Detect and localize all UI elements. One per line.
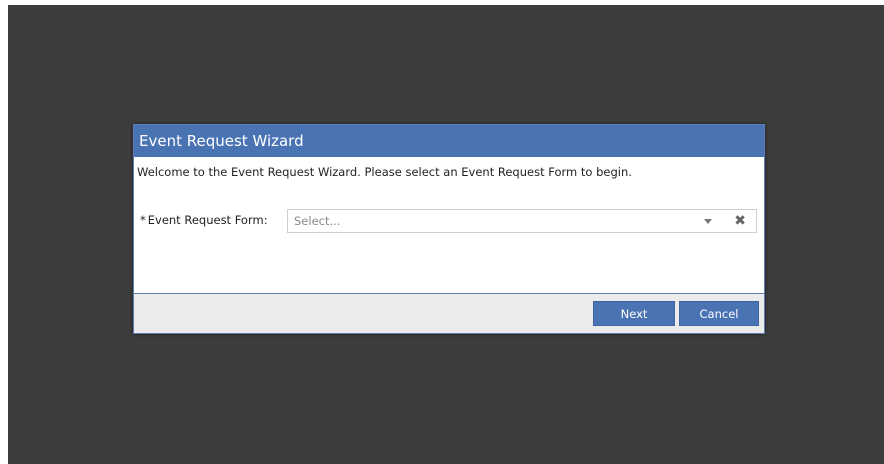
required-mark: * [140, 213, 146, 227]
next-button[interactable]: Next [593, 301, 675, 326]
dialog-body: Welcome to the Event Request Wizard. Ple… [134, 157, 764, 293]
dialog-title: Event Request Wizard [134, 125, 764, 157]
select-placeholder: Select... [294, 214, 341, 228]
dialog-footer: Next Cancel [134, 293, 764, 333]
cancel-button[interactable]: Cancel [679, 301, 759, 326]
event-request-form-select[interactable]: Select... ✖ [287, 209, 757, 233]
event-request-wizard-dialog: Event Request Wizard Welcome to the Even… [133, 124, 765, 334]
field-label-text: Event Request Form: [147, 213, 268, 227]
event-request-form-label: * Event Request Form: [140, 213, 268, 227]
close-icon[interactable]: ✖ [734, 212, 746, 230]
event-request-form-field: * Event Request Form: Select... ✖ [140, 209, 760, 233]
chevron-down-icon[interactable] [704, 219, 712, 224]
welcome-text: Welcome to the Event Request Wizard. Ple… [137, 165, 632, 179]
